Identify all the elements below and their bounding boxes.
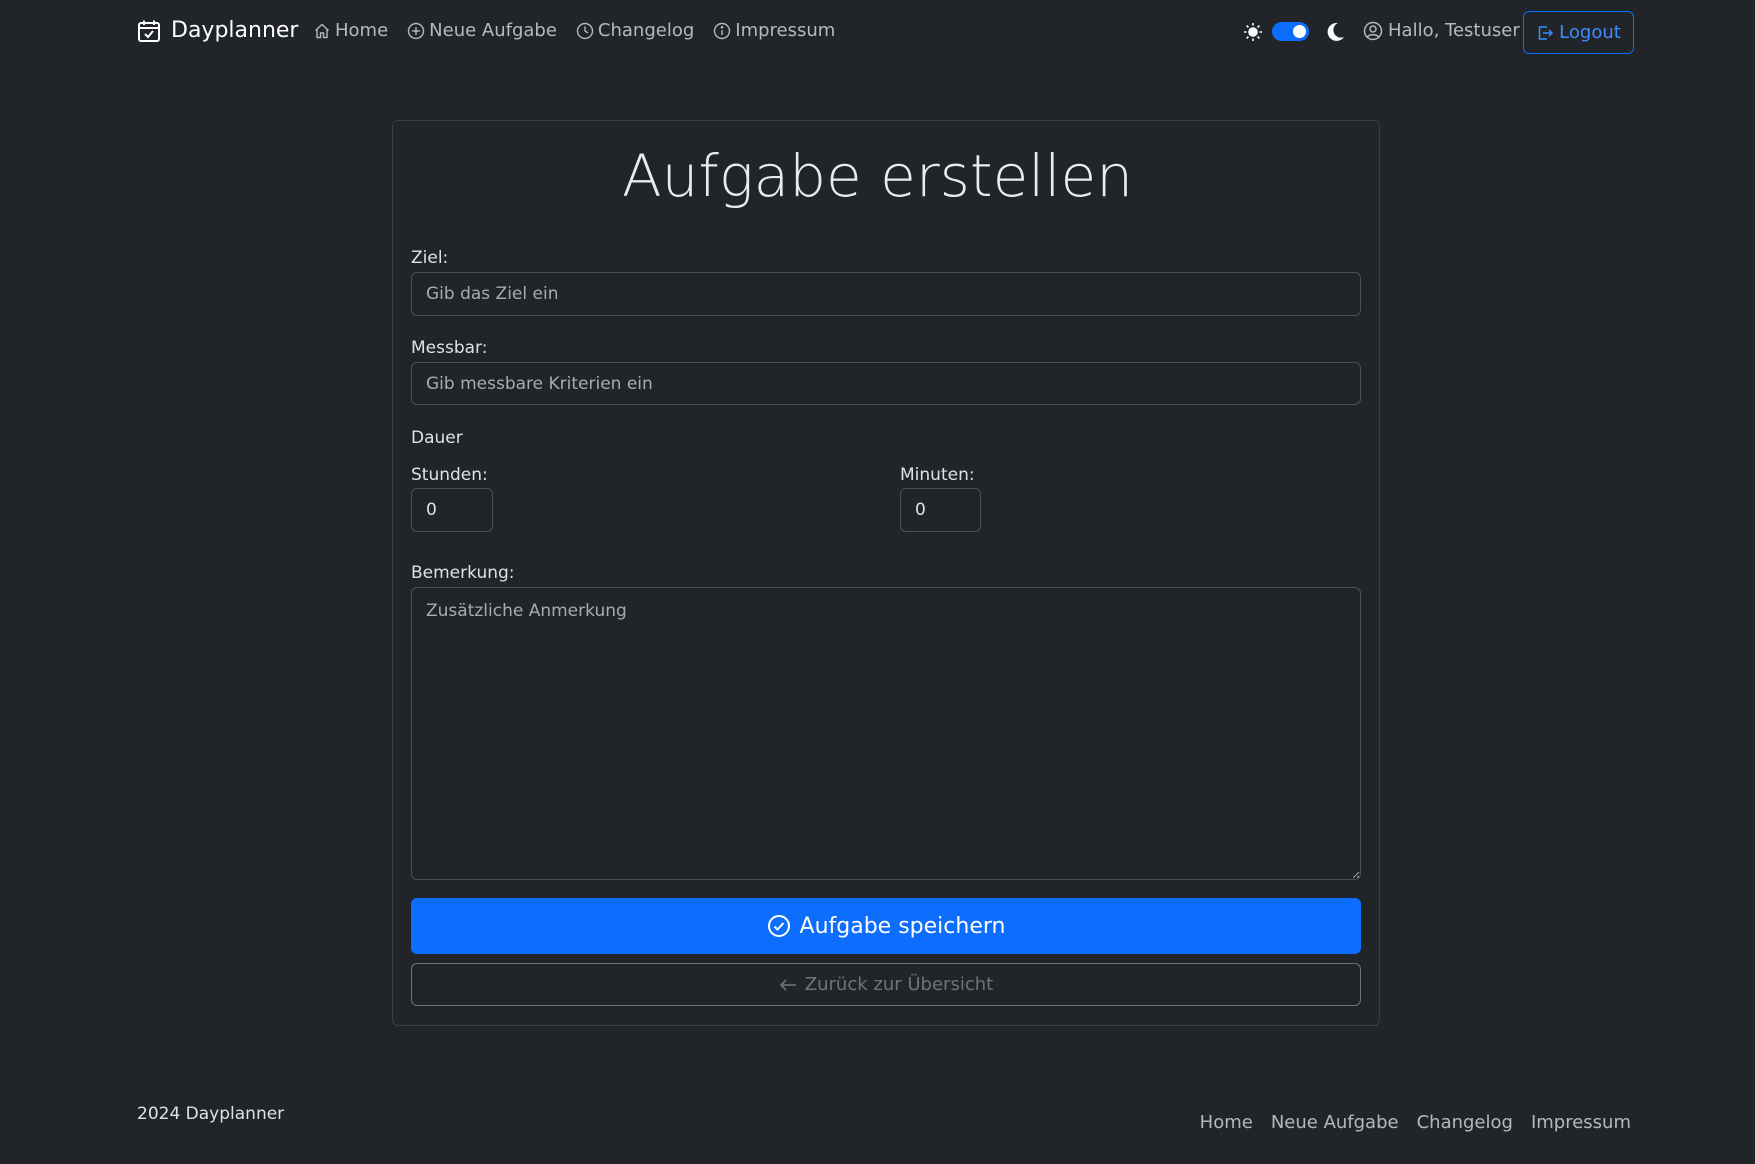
- nav-link-impressum[interactable]: Impressum: [713, 20, 835, 41]
- moon-icon: [1327, 22, 1344, 41]
- nav-link-new-task[interactable]: Neue Aufgabe: [407, 20, 557, 41]
- remark-textarea[interactable]: [411, 587, 1361, 880]
- nav-link-changelog[interactable]: Changelog: [576, 20, 694, 41]
- measurable-input[interactable]: [411, 362, 1361, 405]
- navbar: Dayplanner Home Neue Aufgabe Changelog I…: [0, 0, 1755, 66]
- check-circle-icon: [767, 915, 790, 937]
- info-circle-icon: [714, 22, 731, 39]
- back-to-overview-button[interactable]: Zurück zur Übersicht: [411, 963, 1361, 1006]
- footer-copyright: 2024 Dayplanner: [137, 1104, 285, 1124]
- footer-link-impressum[interactable]: Impressum: [1531, 1112, 1631, 1133]
- clock-icon: [576, 22, 594, 39]
- nav-link-new-task-label: Neue Aufgabe: [429, 20, 557, 41]
- page-title: Aufgabe erstellen: [622, 142, 1133, 210]
- save-task-button[interactable]: Aufgabe speichern: [411, 898, 1361, 954]
- back-to-overview-label: Zurück zur Übersicht: [804, 974, 994, 995]
- duration-heading: Dauer: [411, 428, 463, 448]
- footer-link-home[interactable]: Home: [1200, 1112, 1253, 1133]
- brand-name: Dayplanner: [171, 18, 299, 43]
- user-circle-icon: [1363, 21, 1383, 40]
- hours-input[interactable]: [411, 488, 493, 532]
- save-task-label: Aufgabe speichern: [799, 913, 1006, 939]
- arrow-left-icon: [779, 978, 796, 991]
- nav-link-home[interactable]: Home: [313, 20, 388, 41]
- plus-circle-icon: [407, 22, 425, 39]
- footer-link-changelog[interactable]: Changelog: [1417, 1112, 1513, 1133]
- brand-link[interactable]: Dayplanner: [137, 18, 298, 43]
- goal-input[interactable]: [411, 272, 1361, 316]
- nav-links: Home Neue Aufgabe Changelog Impressum: [313, 20, 854, 41]
- footer-links: Home Neue Aufgabe Changelog Impressum: [1182, 1112, 1631, 1133]
- nav-link-changelog-label: Changelog: [597, 20, 695, 41]
- measurable-label: Messbar:: [411, 338, 488, 358]
- calendar-check-icon: [138, 20, 160, 42]
- hours-label: Stunden:: [411, 465, 488, 485]
- minutes-input[interactable]: [900, 488, 981, 532]
- nav-link-home-label: Home: [335, 20, 389, 41]
- task-form-card: [392, 120, 1380, 1026]
- footer-link-new-task[interactable]: Neue Aufgabe: [1271, 1112, 1399, 1133]
- user-greeting-text: Hallo, Testuser: [1388, 20, 1520, 41]
- minutes-label: Minuten:: [900, 465, 975, 485]
- home-icon: [315, 23, 329, 38]
- sun-icon: [1244, 23, 1262, 41]
- remark-label: Bemerkung:: [411, 563, 515, 583]
- theme-toggle[interactable]: [1272, 22, 1309, 41]
- logout-button[interactable]: Logout: [1523, 11, 1634, 54]
- user-greeting: Hallo, Testuser: [1363, 20, 1520, 41]
- logout-label: Logout: [1559, 22, 1621, 43]
- nav-link-impressum-label: Impressum: [735, 20, 836, 41]
- logout-icon: [1538, 25, 1554, 40]
- goal-label: Ziel:: [411, 248, 449, 268]
